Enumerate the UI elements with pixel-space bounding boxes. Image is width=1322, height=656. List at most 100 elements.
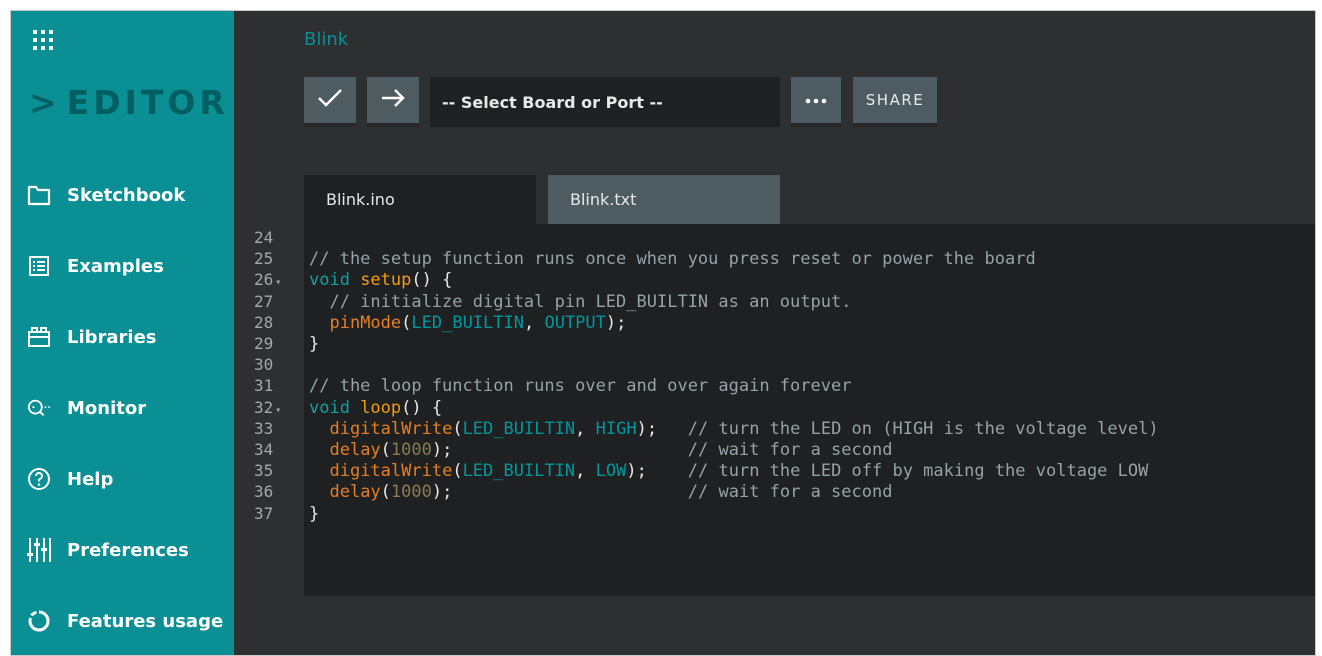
brand-label: EDITOR — [66, 83, 229, 122]
check-icon — [317, 88, 343, 113]
more-button[interactable] — [791, 77, 841, 127]
line-number-text: 29 — [254, 334, 274, 353]
sidebar-item-preferences[interactable]: Preferences — [27, 532, 227, 568]
code-token: } — [309, 334, 320, 354]
share-label: SHARE — [865, 91, 925, 109]
code-token: () { — [411, 270, 453, 291]
line-number-text: 24 — [254, 228, 274, 247]
code-line: delay(1000); // wait for a second — [309, 480, 892, 504]
chevron-right-icon: > — [29, 83, 61, 122]
code-token: LED_BUILTIN — [462, 461, 576, 482]
library-icon — [27, 325, 51, 349]
line-number-text: 26 — [254, 270, 274, 290]
sidebar-item-monitor[interactable]: Monitor — [27, 390, 227, 426]
sidebar-item-libraries[interactable]: Libraries — [27, 319, 227, 355]
sidebar-item-label: Help — [67, 468, 114, 490]
code-line: } — [309, 502, 319, 526]
code-token: setup — [360, 270, 412, 291]
help-icon — [27, 467, 51, 491]
code-token: ); — [636, 418, 688, 439]
code-token: ( — [401, 312, 412, 333]
folder-icon — [27, 183, 51, 207]
code-token: // turn the LED on (HIGH is the voltage … — [687, 418, 1159, 439]
line-number-text: 27 — [254, 291, 274, 311]
tab-label: Blink.ino — [326, 190, 395, 209]
upload-button[interactable] — [367, 77, 419, 127]
line-number-text: 33 — [254, 418, 274, 438]
code-token: void — [309, 270, 361, 291]
line-number-text: 25 — [254, 249, 274, 269]
line-number-text: 32 — [254, 397, 274, 417]
fold-toggle-icon[interactable]: ▾ — [275, 277, 281, 288]
code-token: ); — [431, 482, 688, 503]
code-token: ); — [605, 312, 627, 333]
board-port-select[interactable]: -- Select Board or Port -- — [430, 77, 780, 127]
line-number-text: 30 — [254, 355, 274, 375]
code-token: digitalWrite — [329, 461, 453, 482]
code-token: // initialize digital pin LED_BUILTIN as… — [309, 291, 852, 312]
list-icon — [27, 254, 51, 278]
code-token: // the setup function runs once when you… — [309, 249, 1036, 270]
sidebar-item-label: Libraries — [67, 326, 157, 348]
code-token: delay — [329, 440, 381, 460]
code-token: ( — [452, 418, 463, 439]
code-token: ( — [452, 461, 463, 482]
line-number-text: 31 — [254, 376, 274, 396]
arrow-right-icon — [380, 88, 406, 113]
code-token: // turn the LED off by making the voltag… — [687, 461, 1149, 482]
code-token: , — [575, 418, 596, 439]
code-line: } — [309, 332, 319, 356]
sidebar-item-help[interactable]: Help — [27, 461, 227, 497]
tab-blink-txt[interactable]: Blink.txt — [548, 175, 780, 224]
code-token: ); — [431, 440, 688, 460]
code-token: // the loop function runs over and over … — [309, 376, 852, 397]
editor-brand: > EDITOR — [29, 83, 229, 122]
code-line: pinMode(LED_BUILTIN, OUTPUT); — [309, 311, 626, 335]
sidebar: > EDITOR Sketchbook Examples Libraries Mo… — [11, 11, 234, 655]
code-token: loop — [360, 397, 402, 418]
line-number-text: 37 — [254, 503, 274, 523]
monitor-icon — [27, 396, 51, 420]
code-token: , — [523, 312, 545, 333]
board-select-label: -- Select Board or Port -- — [442, 92, 663, 112]
code-token: LED_BUILTIN — [411, 312, 524, 333]
code-token: 1000 — [390, 482, 432, 503]
line-number: 37 — [254, 502, 292, 526]
line-number-text: 34 — [254, 440, 274, 459]
code-token: // wait for a second — [687, 440, 893, 460]
code-editor[interactable]: // the setup function runs once when you… — [304, 224, 1315, 596]
code-token: ( — [380, 440, 391, 460]
sidebar-item-sketchbook[interactable]: Sketchbook — [27, 177, 227, 213]
code-token: digitalWrite — [329, 418, 453, 439]
line-number-text: 36 — [254, 482, 274, 502]
code-token: ( — [380, 482, 391, 503]
code-token: pinMode — [329, 312, 402, 333]
fold-toggle-icon[interactable]: ▾ — [275, 405, 281, 416]
code-token: delay — [329, 482, 381, 503]
code-token: 1000 — [390, 440, 432, 460]
usage-icon — [27, 609, 51, 633]
sidebar-item-label: Features usage — [67, 610, 224, 632]
line-number-text: 35 — [254, 461, 274, 481]
verify-button[interactable] — [304, 77, 356, 127]
code-token: () { — [401, 397, 443, 418]
code-token: HIGH — [595, 418, 637, 439]
code-token: // wait for a second — [687, 482, 893, 503]
apps-grid-icon[interactable] — [32, 29, 54, 51]
share-button[interactable]: SHARE — [853, 77, 937, 127]
sidebar-item-label: Monitor — [67, 397, 147, 419]
code-token: void — [309, 397, 361, 418]
code-token: } — [309, 503, 320, 524]
sketch-title: Blink — [304, 29, 349, 50]
sidebar-item-examples[interactable]: Examples — [27, 248, 227, 284]
sidebar-item-features-usage[interactable]: Features usage — [27, 603, 227, 639]
main-area: Blink -- Select Board or Port -- SHARE B… — [234, 11, 1315, 655]
tab-blink-ino[interactable]: Blink.ino — [304, 175, 536, 224]
code-token: ); — [626, 461, 688, 482]
sidebar-item-label: Sketchbook — [67, 184, 186, 206]
code-token: OUTPUT — [544, 312, 606, 333]
